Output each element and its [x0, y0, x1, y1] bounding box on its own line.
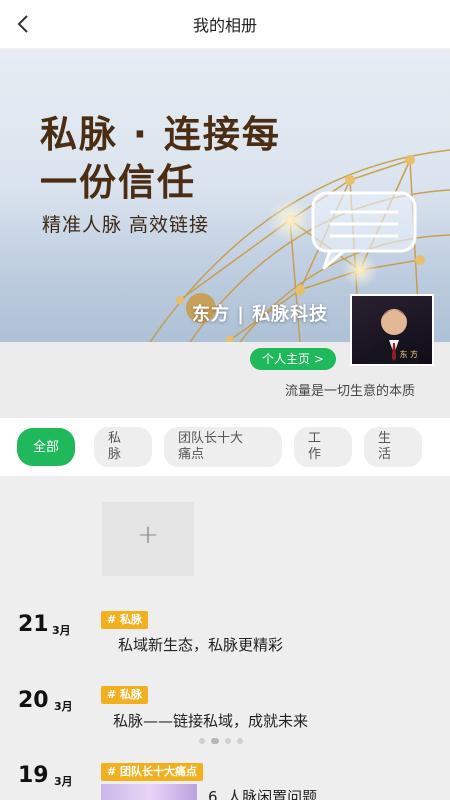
page-dot-active	[211, 738, 219, 744]
plus-icon: +	[137, 520, 159, 550]
personal-homepage-button[interactable]: 个人主页 >	[250, 348, 336, 370]
page-title: 我的相册	[192, 16, 257, 35]
filter-chip-team-leader-pains[interactable]: 团队长十大 痛点	[164, 427, 282, 467]
page-indicator	[199, 729, 249, 744]
entry-day: 21	[18, 612, 49, 637]
avatar-caption: 东 方	[399, 350, 418, 359]
banner-title-line2: 一份信任	[40, 161, 196, 204]
add-photo-button[interactable]: +	[102, 502, 194, 576]
entry-thumbnail[interactable]	[101, 784, 197, 800]
top-bar: 我的相册	[0, 0, 450, 48]
banner-brand: 东方 | 私脉科技	[192, 304, 329, 325]
entry-text[interactable]: 私脉——链接私域，成就未来	[113, 710, 308, 731]
entry-tag[interactable]: # 私脉	[101, 611, 149, 629]
banner-title-line1: 私脉 · 连接每	[40, 113, 281, 156]
entry-day: 20	[18, 688, 49, 713]
entry-text[interactable]: 6. 人脉闲置问题	[208, 786, 317, 800]
banner-subtitle: 精准人脉 高效链接	[42, 214, 210, 236]
profile-tagline: 流量是一切生意的本质	[285, 384, 416, 399]
entry-month: 3月	[54, 775, 73, 788]
entry-tag[interactable]: # 团队长十大痛点	[101, 763, 204, 781]
entry-month: 3月	[52, 624, 71, 637]
filter-chip-work[interactable]: 工 作	[294, 427, 352, 467]
entry-day: 19	[18, 763, 49, 788]
page-dot	[199, 738, 205, 744]
person-portrait	[368, 309, 420, 364]
entry-text[interactable]: 私域新生态，私脉更精彩	[118, 634, 283, 655]
page-dot	[225, 738, 231, 744]
page-dot	[237, 738, 243, 744]
entry-month: 3月	[54, 700, 73, 713]
filter-chip-life[interactable]: 生 活	[364, 427, 422, 467]
filter-chip-all[interactable]: 全部	[17, 428, 76, 466]
avatar[interactable]: 东 方	[350, 294, 434, 366]
filter-chip-simai[interactable]: 私 脉	[94, 427, 152, 467]
entry-tag[interactable]: # 私脉	[101, 686, 149, 704]
